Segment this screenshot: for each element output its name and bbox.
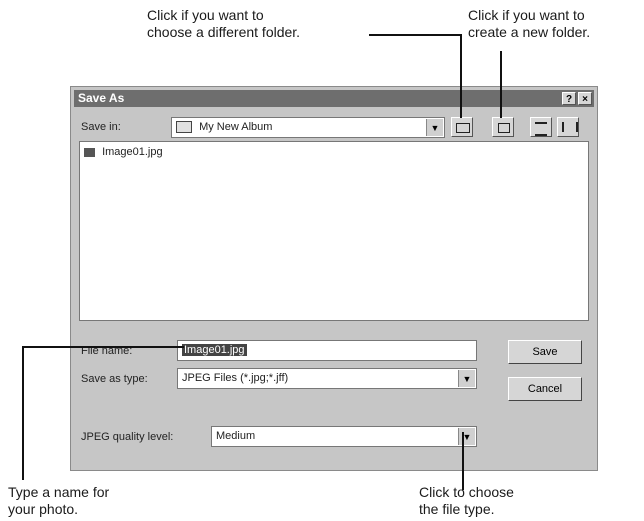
callout-new-folder: Click if you want to create a new folder…	[468, 7, 590, 41]
leader-line-new-folder	[500, 51, 502, 118]
help-button[interactable]: ?	[562, 92, 576, 105]
list-view-button[interactable]	[530, 117, 552, 137]
cancel-button[interactable]: Cancel	[508, 377, 582, 401]
callout-line: create a new folder.	[468, 24, 591, 40]
jpeg-quality-dropdown[interactable]: Medium ▼	[211, 426, 477, 447]
save-in-value: My New Album	[199, 121, 273, 133]
file-name-input[interactable]: Image01.jpg	[177, 340, 477, 361]
callout-line: Type a name for	[8, 484, 110, 500]
list-item[interactable]: Image01.jpg	[84, 146, 163, 158]
file-name: Image01.jpg	[102, 146, 163, 158]
up-one-level-button[interactable]	[451, 117, 473, 137]
callout-line: choose a different folder.	[147, 24, 301, 40]
leader-line-choose-folder	[369, 34, 461, 36]
chevron-down-icon[interactable]: ▼	[426, 119, 443, 136]
leader-line-type-name	[22, 346, 24, 480]
callout-choose-folder: Click if you want to choose a different …	[147, 7, 300, 41]
save-in-label: Save in:	[81, 121, 121, 133]
save-as-type-dropdown[interactable]: JPEG Files (*.jpg;*.jff) ▼	[177, 368, 477, 389]
list-icon	[535, 122, 547, 136]
leader-line-type-name	[22, 346, 184, 348]
save-as-type-value: JPEG Files (*.jpg;*.jff)	[182, 372, 289, 384]
save-in-dropdown[interactable]: My New Album ▼	[171, 117, 445, 138]
details-view-button[interactable]	[557, 117, 579, 137]
callout-type-name: Type a name for your photo.	[8, 484, 109, 518]
file-name-value: Image01.jpg	[182, 344, 247, 356]
jpeg-quality-label: JPEG quality level:	[81, 431, 174, 443]
chevron-down-icon[interactable]: ▼	[458, 370, 475, 387]
callout-line: Click if you want to	[147, 7, 264, 23]
callout-line: your photo.	[8, 501, 79, 517]
file-icon	[84, 147, 95, 157]
callout-file-type: Click to choose the file type.	[419, 484, 514, 518]
callout-line: Click to choose	[419, 484, 514, 500]
callout-line: the file type.	[419, 501, 495, 517]
chevron-down-icon[interactable]: ▼	[458, 428, 475, 445]
leader-line-choose-folder	[460, 34, 462, 118]
callout-line: Click if you want to	[468, 7, 585, 23]
folder-icon	[176, 121, 192, 134]
create-new-folder-button[interactable]	[492, 117, 514, 137]
folder-up-icon	[456, 123, 470, 133]
details-icon	[562, 122, 578, 132]
close-button[interactable]: ×	[578, 92, 592, 105]
leader-line-file-type	[462, 432, 464, 490]
save-as-type-label: Save as type:	[81, 373, 148, 385]
title-bar: Save As ? ×	[74, 90, 594, 107]
file-list[interactable]: Image01.jpg	[79, 141, 589, 321]
dialog-title: Save As	[78, 91, 125, 105]
save-button[interactable]: Save	[508, 340, 582, 364]
save-as-dialog: Save As ? × Save in: My New Album ▼ Imag…	[70, 86, 598, 471]
new-folder-icon	[498, 123, 510, 133]
jpeg-quality-value: Medium	[216, 430, 256, 442]
